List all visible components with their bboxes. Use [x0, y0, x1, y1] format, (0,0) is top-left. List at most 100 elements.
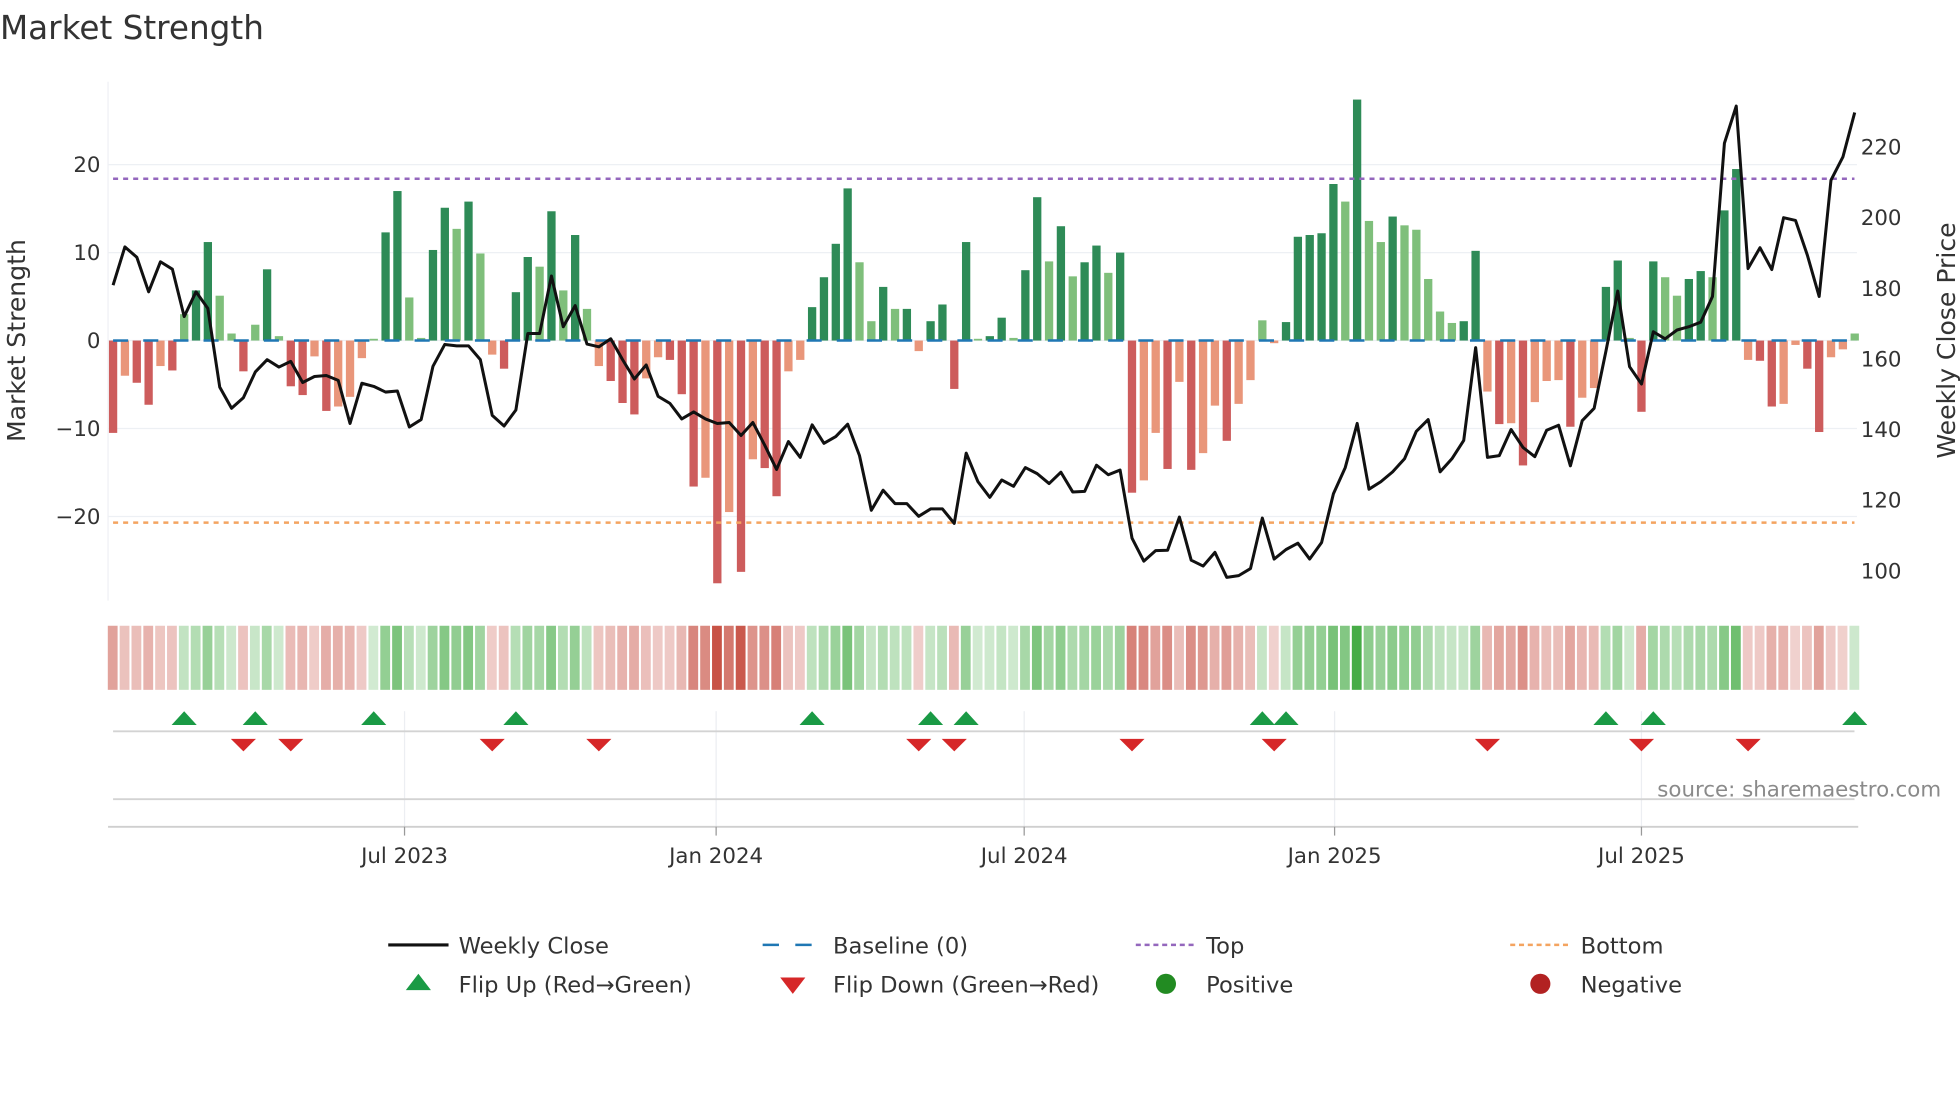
market-strength-chart: Market Strength 20100−10−20 220200180160…	[0, 9, 1960, 999]
strength-bar	[1021, 270, 1030, 341]
strip-cell	[1221, 625, 1232, 690]
strength-bar	[1258, 320, 1267, 341]
strength-bar	[1791, 340, 1800, 345]
strip-cell	[1565, 625, 1575, 690]
strip-cell	[925, 625, 936, 690]
strength-bar	[1566, 340, 1575, 427]
chart-title: Market Strength	[0, 9, 264, 47]
strength-bar	[1198, 340, 1208, 454]
strip-cell	[1766, 625, 1777, 690]
strength-bar	[1779, 340, 1788, 404]
strip-cell	[877, 625, 888, 690]
legend: Weekly Close Baseline (0) Top Bottom Flip Up…	[388, 934, 1682, 999]
strip-cell	[913, 625, 924, 690]
strength-bar	[381, 232, 390, 341]
strip-cell	[593, 625, 604, 690]
strength-bar	[144, 340, 153, 405]
strip-cell	[415, 625, 426, 690]
strength-bar	[618, 340, 627, 403]
strength-bar	[819, 277, 829, 341]
strip-cell	[1245, 625, 1256, 690]
strength-bar	[677, 340, 686, 395]
strip-cell	[1837, 625, 1848, 690]
strength-bar	[168, 340, 177, 371]
strength-bar	[108, 340, 118, 433]
x-tick-label: Jan 2025	[1286, 844, 1382, 869]
strip-cell	[972, 625, 983, 690]
strength-bar	[251, 324, 260, 341]
flip-down-marker	[1119, 738, 1145, 752]
flip-down-marker	[1735, 738, 1761, 752]
strip-cell	[854, 625, 865, 690]
strip-cell	[1185, 625, 1196, 690]
strip-cell	[439, 625, 450, 690]
strength-bar	[1127, 340, 1137, 493]
strength-bar	[1281, 322, 1291, 341]
strip-cell	[1339, 625, 1350, 690]
strip-cell	[1541, 625, 1552, 690]
strip-cell	[1091, 625, 1101, 690]
strength-bar	[464, 201, 473, 341]
flip-markers-panel	[108, 711, 1868, 828]
legend-label: Top	[1205, 934, 1244, 960]
legend-label: Weekly Close	[459, 934, 609, 960]
strength-bar	[132, 340, 141, 383]
strength-bar	[902, 308, 912, 341]
strip-cell	[996, 625, 1007, 690]
flip-down-marker	[586, 738, 612, 752]
strip-cell	[463, 625, 474, 690]
strength-bar	[748, 340, 758, 460]
flip-up-marker	[953, 711, 979, 726]
flip-up-marker	[1593, 711, 1619, 726]
strip-cell	[1233, 625, 1244, 690]
flip-up-marker	[171, 711, 197, 726]
y2-tick-label: 200	[1861, 206, 1902, 231]
y2-tick-label: 160	[1861, 347, 1902, 372]
strength-bar	[713, 340, 722, 584]
strength-bar	[405, 297, 414, 341]
strength-bar	[1732, 169, 1741, 341]
strip-cell	[652, 625, 663, 690]
strength-bar	[1234, 340, 1243, 404]
strength-bar	[1116, 252, 1125, 341]
strip-cell	[178, 625, 189, 690]
strip-cell	[1612, 625, 1623, 690]
flip-down-marker	[941, 738, 967, 752]
x-tick-label: Jul 2023	[359, 844, 448, 869]
y-tick-label: 0	[87, 329, 101, 354]
strength-bar	[1424, 278, 1433, 341]
strip-cell	[1197, 625, 1208, 690]
strip-cell	[1031, 625, 1042, 690]
flip-up-marker	[1273, 711, 1299, 726]
strip-cell	[712, 625, 722, 690]
strength-bar	[843, 188, 852, 341]
strength-bar	[736, 340, 746, 572]
strength-bar	[1341, 201, 1350, 341]
strip-cell	[558, 625, 568, 690]
strength-bar	[1720, 210, 1729, 341]
strip-cell	[866, 625, 876, 690]
strip-cell	[1055, 625, 1066, 690]
flip-up-marker	[799, 711, 825, 726]
strip-cell	[1008, 625, 1019, 690]
strength-bar	[1139, 340, 1148, 481]
strength-bar	[369, 338, 378, 341]
strip-cell	[1707, 625, 1718, 690]
strength-bar	[1767, 340, 1776, 407]
strip-cell	[1576, 625, 1587, 690]
strip-cell	[1470, 625, 1481, 690]
strip-cell	[771, 625, 782, 690]
flip-up-marker	[361, 711, 387, 726]
strength-bar	[1305, 235, 1314, 341]
strength-bar	[1163, 340, 1172, 469]
left-axis-ticks: 20 10 0 −10 −20	[55, 153, 100, 530]
strip-cell	[889, 625, 900, 690]
strength-bar	[1151, 340, 1160, 433]
flip-down-marker	[278, 738, 304, 752]
strength-bar	[807, 307, 817, 341]
strength-bar	[1092, 245, 1101, 341]
legend-item-baseline: Baseline (0)	[762, 934, 968, 960]
strip-cell	[261, 625, 272, 690]
strength-bar	[653, 340, 663, 358]
strength-bar	[1589, 340, 1599, 389]
